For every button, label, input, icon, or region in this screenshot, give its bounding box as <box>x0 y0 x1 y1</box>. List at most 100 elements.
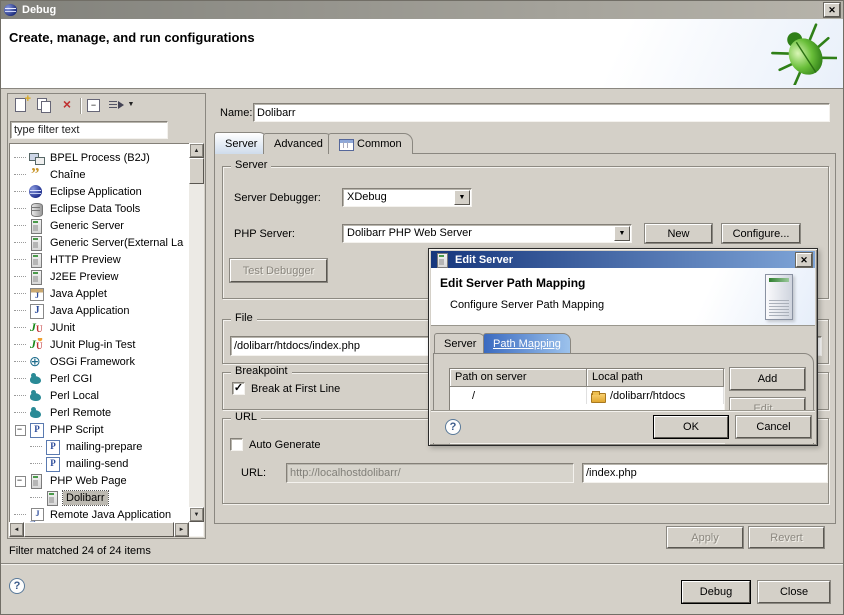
dialog-title: Edit Server <box>455 254 513 266</box>
tree-item[interactable]: Eclipse Application <box>10 183 203 200</box>
tree-item[interactable]: Generic Server(External La <box>10 234 203 251</box>
server-icon <box>434 253 450 267</box>
tree-connector <box>14 268 28 285</box>
tree-item[interactable]: JUnit <box>10 319 203 336</box>
duplicate-configuration-icon[interactable] <box>35 97 53 114</box>
column-local-path[interactable]: Local path <box>587 369 724 387</box>
tree-item[interactable]: mailing-prepare <box>10 438 203 455</box>
tree-item-label: Eclipse Application <box>47 185 145 199</box>
debug-configurations-window: Debug ✕ Create, manage, and run configur… <box>0 0 844 615</box>
tab-advanced[interactable]: Advanced <box>263 133 334 154</box>
new-configuration-icon[interactable] <box>12 97 30 114</box>
auto-generate-checkbox[interactable] <box>230 438 243 451</box>
server-icon <box>28 253 44 267</box>
new-server-button[interactable]: New <box>645 224 712 243</box>
osgi-framework-icon <box>28 355 44 369</box>
tree-connector <box>14 302 28 319</box>
horizontal-scroll-thumb[interactable] <box>24 522 174 537</box>
tree-item[interactable]: Chaîne <box>10 166 203 183</box>
chevron-down-icon[interactable]: ▼ <box>614 226 630 241</box>
chaine-icon <box>28 168 44 182</box>
expand-toggle[interactable] <box>14 472 28 489</box>
scroll-down-icon[interactable]: ▼ <box>189 507 204 522</box>
dialog-heading: Edit Server Path Mapping <box>440 276 585 290</box>
perl-icon <box>28 389 44 403</box>
configure-server-button[interactable]: Configure... <box>722 224 800 243</box>
mapping-row[interactable]: //dolibarr/htdocs <box>450 387 724 404</box>
table-header-row: Path on server Local path <box>450 369 724 387</box>
scroll-right-icon[interactable]: ► <box>174 522 189 537</box>
expand-toggle[interactable] <box>14 421 28 438</box>
filter-configurations-icon[interactable] <box>108 97 126 114</box>
tree-connector <box>14 336 28 353</box>
apply-button[interactable]: Apply <box>667 527 743 548</box>
tree-item[interactable]: Java Applet <box>10 285 203 302</box>
scroll-up-icon[interactable]: ▲ <box>189 143 204 158</box>
revert-button[interactable]: Revert <box>749 527 824 548</box>
filter-input[interactable] <box>10 121 168 139</box>
tree-connector <box>14 370 28 387</box>
tree-vertical-scrollbar[interactable]: ▲ ▼ <box>189 143 204 522</box>
tree-item-label: JUnit <box>47 321 78 335</box>
toolbar-menu-arrow-icon[interactable]: ▼ <box>126 97 136 114</box>
tree-item[interactable]: Eclipse Data Tools <box>10 200 203 217</box>
delete-configuration-icon[interactable]: × <box>58 97 76 114</box>
tree-item[interactable]: Perl CGI <box>10 370 203 387</box>
tree-item[interactable]: Generic Server <box>10 217 203 234</box>
footer-separator <box>1 563 843 565</box>
ok-button[interactable]: OK <box>654 416 728 438</box>
vertical-scroll-thumb[interactable] <box>189 158 204 184</box>
tree-item-label: Dolibarr <box>63 491 108 505</box>
cancel-button[interactable]: Cancel <box>736 416 811 438</box>
tab-server[interactable]: Server <box>214 132 268 154</box>
server-icon <box>28 236 44 250</box>
tree-item[interactable]: PHP Script <box>10 421 203 438</box>
collapse-all-icon[interactable] <box>85 97 103 114</box>
perl-icon <box>28 406 44 420</box>
dialog-tab-path-mapping[interactable]: Path Mapping <box>483 333 571 353</box>
remote-java-icon <box>28 508 44 522</box>
debug-button[interactable]: Debug <box>682 581 750 603</box>
tree-item[interactable]: OSGi Framework <box>10 353 203 370</box>
toolbar-separator <box>80 98 81 114</box>
add-mapping-button[interactable]: Add <box>730 368 805 390</box>
tree-item[interactable]: Perl Remote <box>10 404 203 421</box>
tree-item[interactable]: JUnit Plug-in Test <box>10 336 203 353</box>
php-server-select[interactable]: Dolibarr PHP Web Server ▼ <box>342 224 632 243</box>
tab-common[interactable]: Common <box>328 133 413 154</box>
tree-item[interactable]: Remote Java Application <box>10 506 203 523</box>
config-tree: BPEL Process (B2J)Chaîne Eclipse Applicat… <box>9 143 204 537</box>
tree-connector <box>14 404 28 421</box>
tree-item[interactable]: Dolibarr <box>10 489 203 506</box>
tree-item[interactable]: J2EE Preview <box>10 268 203 285</box>
tree-item-label: HTTP Preview <box>47 253 124 267</box>
dialog-tab-server[interactable]: Server <box>434 333 486 353</box>
tree-item[interactable]: mailing-send <box>10 455 203 472</box>
url-path-input[interactable] <box>582 463 828 483</box>
close-button[interactable]: Close <box>758 581 830 603</box>
tree-item[interactable]: PHP Web Page <box>10 472 203 489</box>
dialog-title-bar: Edit Server ✕ <box>431 251 815 268</box>
dialog-help-icon[interactable]: ? <box>445 419 461 435</box>
chevron-down-icon[interactable]: ▼ <box>454 190 470 205</box>
column-path-on-server[interactable]: Path on server <box>450 369 587 387</box>
window-close-icon[interactable]: ✕ <box>824 3 840 17</box>
scroll-left-icon[interactable]: ◄ <box>9 522 24 537</box>
tree-item[interactable]: Java Application <box>10 302 203 319</box>
tree-item-label: BPEL Process (B2J) <box>47 151 153 165</box>
server-icon <box>28 270 44 284</box>
php-web-page-icon <box>28 474 44 488</box>
break-first-line-checkbox[interactable]: ✓ <box>232 382 245 395</box>
help-icon[interactable]: ? <box>9 578 25 594</box>
tree-connector <box>14 217 28 234</box>
name-input[interactable] <box>253 103 830 122</box>
test-debugger-button[interactable]: Test Debugger <box>230 259 327 282</box>
tree-item[interactable]: Perl Local <box>10 387 203 404</box>
dialog-close-icon[interactable]: ✕ <box>796 253 812 267</box>
server-debugger-select[interactable]: XDebug ▼ <box>342 188 472 207</box>
filter-status: Filter matched 24 of 24 items <box>9 545 151 557</box>
tree-horizontal-scrollbar[interactable]: ◄ ► <box>9 522 189 537</box>
tree-item[interactable]: HTTP Preview <box>10 251 203 268</box>
local-path-text: /dolibarr/htdocs <box>610 390 685 402</box>
tree-item-label: Perl Local <box>47 389 102 403</box>
